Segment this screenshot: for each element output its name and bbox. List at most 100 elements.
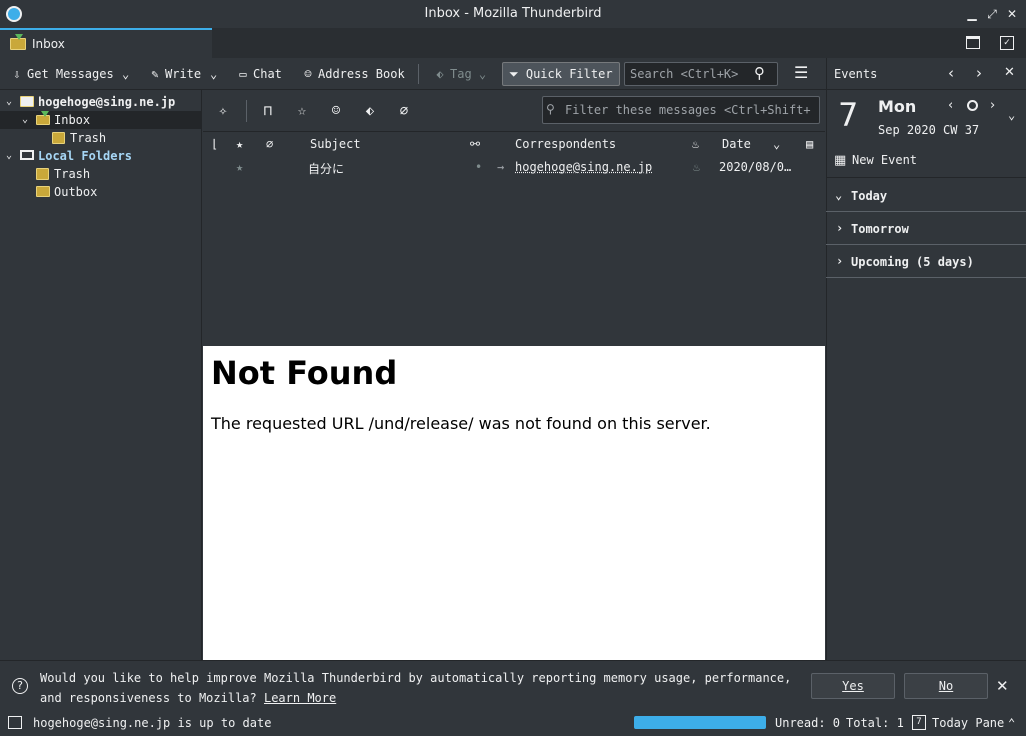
total-count: Total: 1	[846, 716, 904, 730]
outbox-icon	[36, 186, 50, 197]
day-number: 7	[838, 96, 859, 134]
trash-icon	[36, 168, 49, 180]
search-icon[interactable]: ⚲	[754, 64, 770, 82]
message-correspondent: hogehoge@sing.ne.jp	[515, 160, 653, 174]
progress-bar	[634, 716, 766, 729]
get-messages-button[interactable]: ⇩ Get Messages	[10, 64, 113, 84]
message-pane: Not Found The requested URL /und/release…	[203, 346, 825, 660]
chevron-down-icon[interactable]: ⌄	[22, 111, 32, 129]
search-icon: ⚲	[546, 102, 555, 116]
folder-local-trash[interactable]: Trash	[0, 165, 201, 183]
section-upcoming[interactable]: › Upcoming (5 days)	[826, 245, 1026, 278]
chat-button[interactable]: ▭ Chat	[236, 64, 282, 84]
today-pane-header: Events ‹ › ✕	[826, 58, 1026, 90]
thread-column-icon[interactable]: ⌊	[211, 137, 218, 151]
write-dropdown[interactable]: ⌄	[210, 64, 217, 84]
inbox-icon	[10, 34, 26, 50]
get-messages-dropdown[interactable]: ⌄	[122, 64, 129, 84]
next-icon[interactable]: ›	[976, 64, 982, 82]
star-icon[interactable]: ★	[236, 160, 243, 174]
folder-local-folders[interactable]: ⌄ Local Folders	[0, 147, 201, 165]
weekday: Mon	[878, 97, 917, 116]
yes-button[interactable]: Yes	[811, 673, 895, 699]
offline-status-icon[interactable]	[8, 716, 22, 729]
message-subject: 自分に	[308, 162, 345, 176]
tab-inbox[interactable]: Inbox	[0, 28, 212, 58]
question-icon: ?	[12, 678, 28, 694]
star-column-icon[interactable]: ★	[236, 137, 243, 151]
previous-day-icon[interactable]: ‹	[948, 98, 953, 113]
window-title: Inbox - Mozilla Thunderbird	[424, 6, 602, 21]
chevron-down-icon[interactable]: ⌄	[1008, 108, 1015, 122]
tasks-tab-icon[interactable]: ✓	[1000, 36, 1014, 50]
folder-inbox-trash[interactable]: Trash	[0, 129, 201, 147]
filter-messages-input[interactable]: Filter these messages <Ctrl+Shift+	[542, 96, 820, 124]
folder-outbox[interactable]: Outbox	[0, 183, 201, 201]
chevron-down-icon[interactable]: ⌄	[6, 147, 16, 165]
column-date[interactable]: Date	[722, 137, 751, 151]
minimize-icon[interactable]: ▁	[964, 6, 980, 22]
junk-column-icon[interactable]: ♨	[692, 137, 699, 151]
chevron-up-icon[interactable]: ⌃	[1008, 716, 1015, 730]
calendar-add-icon: ▦	[834, 153, 847, 168]
message-date: 2020/08/0…	[719, 160, 792, 174]
read-column-icon[interactable]: ⚯	[470, 137, 480, 151]
maximize-icon[interactable]: ⤢	[984, 6, 1000, 22]
chevron-down-icon: ⌄	[835, 188, 843, 202]
column-subject[interactable]: Subject	[310, 137, 361, 151]
download-icon: ⇩	[13, 67, 21, 81]
read-status-icon[interactable]: •	[475, 160, 482, 174]
chat-bubble-icon: ▭	[239, 67, 247, 81]
chevron-down-icon[interactable]: ⌄	[6, 93, 16, 111]
address-book-button[interactable]: ☺ Address Book	[301, 64, 404, 84]
next-day-icon[interactable]: ›	[990, 98, 995, 113]
account-icon	[20, 96, 34, 107]
learn-more-link[interactable]: Learn More	[264, 691, 336, 705]
notification-text: Would you like to help improve Mozilla T…	[40, 671, 792, 705]
tag-icon[interactable]: ⬖	[360, 101, 380, 121]
today-circle-icon[interactable]	[967, 100, 978, 111]
new-event-button[interactable]: ▦ New Event	[826, 146, 1026, 178]
tag-icon: ⬖	[436, 67, 444, 81]
close-pane-icon[interactable]: ✕	[1004, 65, 1015, 80]
table-row[interactable]: ★ 自分に • → hogehoge@sing.ne.jp ♨ 2020/08/…	[203, 156, 825, 178]
folder-account-hogehoge[interactable]: ⌄ hogehoge@sing.ne.jp	[0, 93, 201, 111]
unread-filter-icon[interactable]: ⊓	[258, 101, 278, 121]
chevron-down-icon: ⌄	[122, 67, 130, 81]
status-message: hogehoge@sing.ne.jp is up to date	[33, 716, 272, 730]
chevron-right-icon: ›	[836, 221, 844, 235]
calendar-day-icon: 7	[912, 715, 926, 730]
chevron-right-icon: ›	[836, 254, 844, 268]
message-body: The requested URL /und/release/ was not …	[211, 414, 711, 433]
outgoing-arrow-icon: →	[497, 160, 505, 174]
today-pane-toggle[interactable]: Today Pane	[932, 716, 1004, 730]
no-button[interactable]: No	[904, 673, 988, 699]
star-icon[interactable]: ☆	[292, 101, 312, 121]
title-bar: Inbox - Mozilla Thunderbird ▁ ⤢ ✕	[0, 0, 1026, 28]
person-icon: ☺	[304, 67, 312, 81]
attachment-column-icon[interactable]: ⌀	[266, 137, 273, 151]
chevron-down-icon: ⌄	[210, 67, 218, 81]
tab-inbox-label: Inbox	[32, 37, 65, 51]
column-correspondents[interactable]: Correspondents	[515, 137, 616, 151]
app-menu-icon[interactable]: ☰	[794, 63, 812, 83]
contact-filter-icon[interactable]: ☺	[326, 101, 346, 121]
section-today[interactable]: ⌄ Today	[826, 179, 1026, 212]
funnel-icon: ⏷	[509, 67, 519, 81]
tag-button[interactable]: ⬖ Tag ⌄	[433, 64, 486, 84]
column-picker-icon[interactable]: ▤	[806, 137, 813, 151]
pin-icon[interactable]: ✧	[213, 101, 233, 121]
quick-filter-button[interactable]: ⏷ Quick Filter	[502, 62, 620, 86]
previous-icon[interactable]: ‹	[948, 64, 954, 82]
close-window-icon[interactable]: ✕	[1004, 6, 1020, 22]
close-notification-icon[interactable]: ✕	[996, 677, 1009, 695]
sort-chevron-down-icon[interactable]: ⌄	[773, 137, 780, 151]
write-button[interactable]: ✎ Write	[148, 64, 201, 84]
attachment-icon[interactable]: ⌀	[394, 101, 414, 121]
today-pane-title: Events	[834, 67, 878, 81]
folder-inbox[interactable]: ⌄ Inbox	[0, 111, 201, 129]
pencil-icon: ✎	[151, 67, 159, 81]
junk-status-icon[interactable]: ♨	[693, 160, 700, 174]
section-tomorrow[interactable]: › Tomorrow	[826, 212, 1026, 245]
calendar-tab-icon[interactable]	[966, 36, 980, 49]
